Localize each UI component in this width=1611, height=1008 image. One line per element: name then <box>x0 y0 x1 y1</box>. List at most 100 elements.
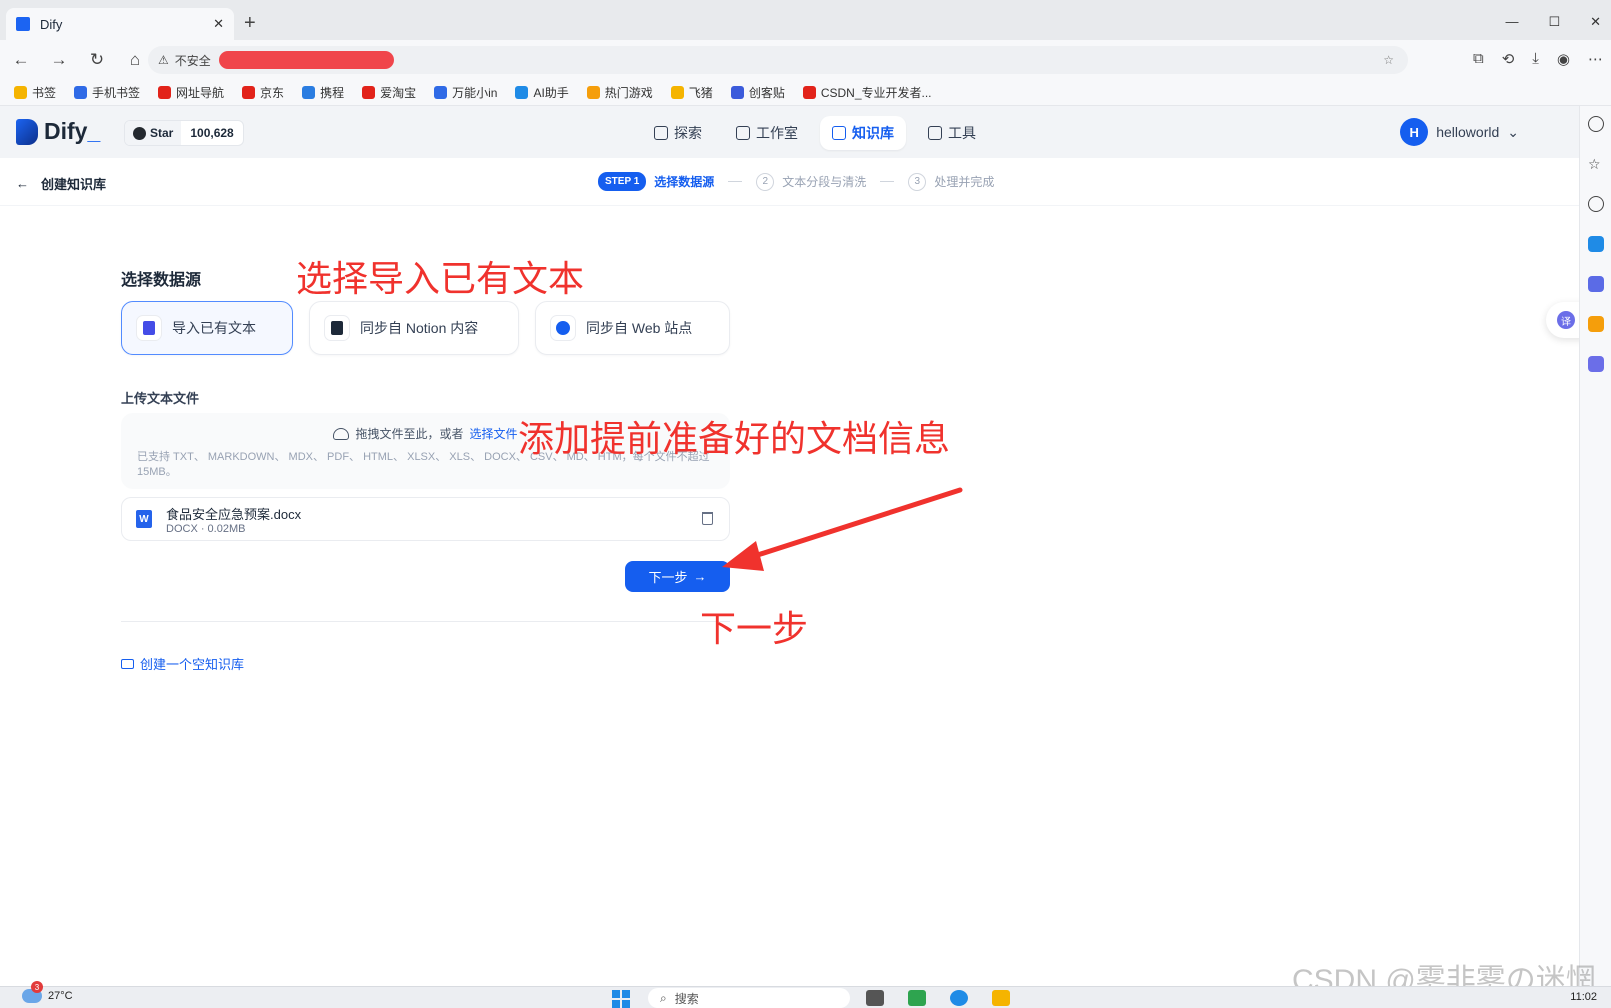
datasource-import-text[interactable]: 导入已有文本 <box>121 301 293 355</box>
bookmark-item[interactable]: 网址导航 <box>158 84 224 101</box>
bookmark-item[interactable]: 热门游戏 <box>586 84 653 101</box>
chevron-down-icon: ⌄ <box>1507 123 1519 140</box>
annotation-select-import: 选择导入已有文本 <box>296 259 585 300</box>
bookmarks-bar: 书签 手机书签 网址导航 京东 携程 爱淘宝 万能小in AI助手 热门游戏 飞猪 创客贴 CSDN_… <box>0 80 1611 106</box>
close-window-icon[interactable]: ✕ <box>1590 14 1601 30</box>
cloud-icon: 3 <box>22 981 43 1003</box>
game-icon[interactable] <box>1588 276 1604 292</box>
bookmark-item[interactable]: 爱淘宝 <box>362 84 416 101</box>
bookmark-icon <box>302 86 316 99</box>
minimize-icon[interactable]: — <box>1505 14 1518 30</box>
annotation-add-document: 添加提前准备好的文档信息 <box>518 419 951 460</box>
maximize-icon[interactable]: ☐ <box>1548 14 1560 30</box>
profile-icon[interactable]: ◉ <box>1557 50 1570 68</box>
annotation-arrow <box>722 487 963 571</box>
translate-side-icon[interactable] <box>1588 356 1604 372</box>
nav-studio[interactable]: 工作室 <box>724 116 810 150</box>
select-file-link[interactable]: 选择文件 <box>470 425 518 442</box>
history-icon[interactable]: ⟲ <box>1502 50 1515 68</box>
reload-icon[interactable]: ↻ <box>80 50 114 70</box>
step3-number: 3 <box>908 172 927 191</box>
top-navigation: 探索 工作室 知识库 工具 <box>642 116 988 150</box>
forward-nav-icon[interactable]: → <box>42 50 76 70</box>
briefcase-icon[interactable] <box>1588 316 1604 332</box>
weather-widget[interactable]: 3 27°C <box>22 981 73 1003</box>
bookmark-item[interactable]: 飞猪 <box>670 84 713 101</box>
datasource-web[interactable]: 同步自 Web 站点 <box>535 301 730 355</box>
explore-icon <box>654 126 668 140</box>
notification-badge: 3 <box>31 981 43 993</box>
bookmark-icon <box>670 86 684 99</box>
uploaded-file-item: W 食品安全应急预案.docx DOCX · 0.02MB <box>121 497 730 541</box>
document-icon <box>136 315 162 341</box>
browser-tabstrip: Dify ✕ + — ☐ ✕ <box>0 0 1611 40</box>
bookmark-item[interactable]: 手机书签 <box>74 84 140 101</box>
next-step-button[interactable]: 下一步 → <box>625 561 730 592</box>
dropzone-text: 拖拽文件至此，或者 <box>355 427 464 441</box>
tab-title: Dify <box>40 16 63 32</box>
bookmark-icon <box>14 86 27 99</box>
clock-icon[interactable] <box>1588 196 1604 212</box>
datasource-notion[interactable]: 同步自 Notion 内容 <box>309 301 519 355</box>
file-meta: DOCX · 0.02MB <box>166 522 246 535</box>
step3-label: 处理并完成 <box>934 175 995 189</box>
new-tab-icon[interactable]: + <box>244 12 256 35</box>
folder-app-icon[interactable] <box>992 990 1010 1006</box>
nav-knowledge[interactable]: 知识库 <box>820 116 906 150</box>
bookmark-item[interactable]: 京东 <box>242 84 284 101</box>
user-menu[interactable]: H helloworld ⌄ <box>1400 118 1519 146</box>
translate-icon: 译 <box>1557 311 1575 329</box>
taskbar-search[interactable]: ⌕ 搜索 <box>648 988 850 1008</box>
annotation-next-step: 下一步 <box>700 609 809 650</box>
download-icon[interactable]: ⤓ <box>1532 50 1539 68</box>
nav-tools[interactable]: 工具 <box>916 116 988 150</box>
extensions-icon[interactable]: ⧉ <box>1473 50 1484 68</box>
divider <box>121 621 730 622</box>
browser-tab[interactable]: Dify ✕ <box>6 8 234 40</box>
back-button[interactable]: ← 创建知识库 <box>16 174 106 193</box>
close-tab-icon[interactable]: ✕ <box>213 16 224 32</box>
bookmark-icon <box>586 86 600 99</box>
bookmark-item[interactable]: 创客贴 <box>730 84 785 101</box>
app-header: Dify_ Star 100,628 探索 工作室 知识库 工具 H hello… <box>0 106 1579 158</box>
bookmark-star-icon[interactable]: ☆ <box>1383 53 1394 67</box>
github-star-count: 100,628 <box>190 126 234 140</box>
bookmark-item[interactable]: CSDN_专业开发者... <box>802 84 932 101</box>
bookmark-icon <box>242 86 256 99</box>
more-icon[interactable]: ⋯ <box>1588 50 1603 68</box>
dify-logo[interactable]: Dify_ <box>16 118 100 145</box>
browser-app-icon[interactable] <box>950 990 968 1006</box>
favorites-icon[interactable]: ☆ <box>1588 156 1604 172</box>
nav-explore[interactable]: 探索 <box>642 116 714 150</box>
bookmark-item[interactable]: 携程 <box>302 84 344 101</box>
back-nav-icon[interactable]: ← <box>4 50 38 70</box>
bookmark-item[interactable]: 书签 <box>14 84 56 101</box>
tool-icon <box>928 126 942 140</box>
avatar: H <box>1400 118 1429 146</box>
window-controls: — ☐ ✕ <box>1505 14 1601 30</box>
ai-icon[interactable] <box>1588 236 1604 252</box>
book-icon <box>832 126 846 140</box>
home-icon[interactable]: ⌂ <box>118 50 152 70</box>
bookmark-icon <box>802 86 816 99</box>
subheader: ← 创建知识库 STEP 1 选择数据源 2 文本分段与清洗 3 处理并完成 <box>0 158 1579 206</box>
section-title: 选择数据源 <box>121 272 202 289</box>
step2-label: 文本分段与清洗 <box>782 175 867 189</box>
address-bar[interactable]: ⚠ 不安全 ☆ <box>148 46 1408 74</box>
bookmark-item[interactable]: AI助手 <box>515 84 569 101</box>
search-icon[interactable] <box>1588 116 1604 132</box>
data-source-options: 导入已有文本 同步自 Notion 内容 同步自 Web 站点 <box>121 301 730 355</box>
app-icon[interactable] <box>866 990 884 1006</box>
github-icon <box>133 126 146 140</box>
bookmark-icon <box>515 86 529 99</box>
delete-file-icon[interactable] <box>702 512 713 525</box>
app-icon[interactable] <box>908 990 926 1006</box>
browser-side-panel: ☆ <box>1579 106 1611 986</box>
bookmark-item[interactable]: 万能小in <box>434 84 497 101</box>
globe-icon <box>550 315 576 341</box>
github-star-button[interactable]: Star 100,628 <box>124 120 244 146</box>
windows-start-icon[interactable] <box>612 990 630 1008</box>
robot-icon <box>736 126 750 140</box>
folder-icon <box>121 658 134 669</box>
create-empty-knowledge-link[interactable]: 创建一个空知识库 <box>121 654 244 673</box>
